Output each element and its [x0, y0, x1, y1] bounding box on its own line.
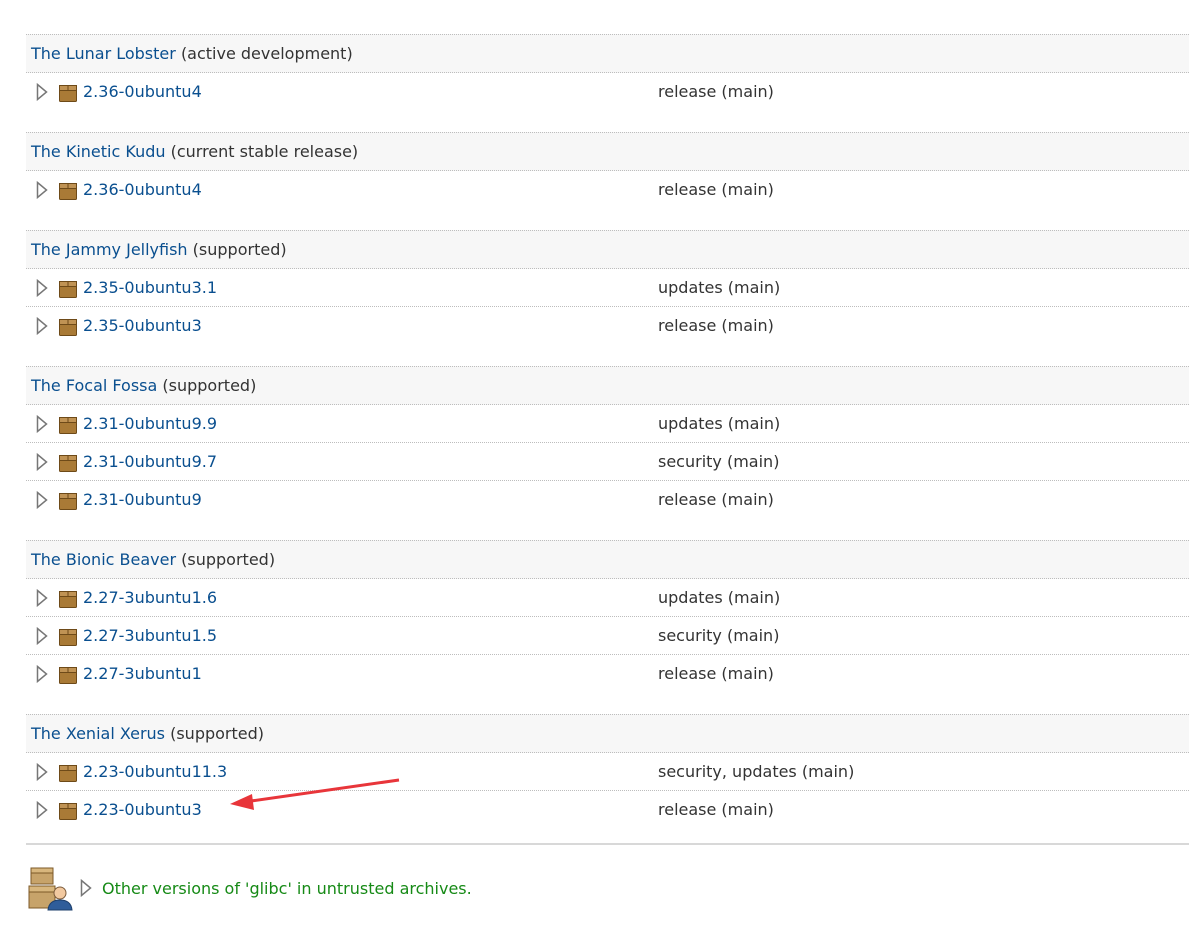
package-row: 2.35-0ubuntu3 release (main): [26, 307, 1189, 344]
series-block: The Focal Fossa (supported) 2.31-0ubuntu9…: [26, 366, 1189, 518]
package-version-link[interactable]: 2.27-3ubuntu1.6: [83, 579, 217, 616]
pocket-label: updates (main): [658, 278, 781, 297]
pocket-label: release (main): [658, 82, 774, 101]
footer-divider: [26, 843, 1189, 845]
package-versions-page: The Lunar Lobster (active development) 2.…: [0, 0, 1189, 942]
package-version-link[interactable]: 2.36-0ubuntu4: [83, 73, 202, 110]
series-block: The Xenial Xerus (supported) 2.23-0ubuntu…: [26, 714, 1189, 828]
series-link[interactable]: The Lunar Lobster: [31, 44, 176, 63]
series-link[interactable]: The Kinetic Kudu: [31, 142, 166, 161]
package-row: 2.31-0ubuntu9 release (main): [26, 481, 1189, 518]
series-header: The Focal Fossa (supported): [26, 366, 1189, 405]
pocket-label: security (main): [658, 452, 780, 471]
pocket-label: security, updates (main): [658, 762, 855, 781]
package-row: 2.23-0ubuntu3 release (main): [26, 791, 1189, 828]
package-box-icon: [59, 182, 77, 200]
series-status: (supported): [192, 240, 287, 259]
series-block: The Jammy Jellyfish (supported) 2.35-0ubu…: [26, 230, 1189, 344]
package-version-link[interactable]: 2.35-0ubuntu3.1: [83, 269, 217, 306]
pocket-label: release (main): [658, 800, 774, 819]
series-status: (supported): [181, 550, 276, 569]
package-box-icon: [59, 802, 77, 820]
package-version-link[interactable]: 2.27-3ubuntu1.5: [83, 617, 217, 654]
package-version-link[interactable]: 2.35-0ubuntu3: [83, 307, 202, 344]
series-link[interactable]: The Focal Fossa: [31, 376, 157, 395]
series-link[interactable]: The Jammy Jellyfish: [31, 240, 188, 259]
series-header: The Jammy Jellyfish (supported): [26, 230, 1189, 269]
series-block: The Bionic Beaver (supported) 2.27-3ubunt…: [26, 540, 1189, 692]
pocket-label: updates (main): [658, 588, 781, 607]
series-header: The Xenial Xerus (supported): [26, 714, 1189, 753]
pocket-label: updates (main): [658, 414, 781, 433]
package-row: 2.27-3ubuntu1.5 security (main): [26, 617, 1189, 655]
series-table: The Lunar Lobster (active development) 2.…: [26, 34, 1189, 850]
package-box-icon: [59, 280, 77, 298]
package-box-icon: [59, 454, 77, 472]
package-version-link[interactable]: 2.36-0ubuntu4: [83, 171, 202, 208]
package-row: 2.23-0ubuntu11.3 security, updates (main): [26, 753, 1189, 791]
package-box-icon: [59, 764, 77, 782]
package-row: 2.27-3ubuntu1 release (main): [26, 655, 1189, 692]
package-row: 2.36-0ubuntu4 release (main): [26, 171, 1189, 208]
package-row: 2.35-0ubuntu3.1 updates (main): [26, 269, 1189, 307]
series-link[interactable]: The Xenial Xerus: [31, 724, 165, 743]
package-version-link[interactable]: 2.23-0ubuntu3: [83, 791, 202, 828]
package-user-icon: [28, 866, 74, 912]
package-row: 2.27-3ubuntu1.6 updates (main): [26, 579, 1189, 617]
pocket-label: release (main): [658, 664, 774, 683]
series-block: The Kinetic Kudu (current stable release…: [26, 132, 1189, 208]
pocket-label: release (main): [658, 316, 774, 335]
expand-untrusted-icon[interactable]: [80, 878, 92, 901]
series-status: (active development): [180, 44, 353, 63]
package-version-link[interactable]: 2.31-0ubuntu9.9: [83, 405, 217, 442]
package-version-link[interactable]: 2.31-0ubuntu9: [83, 481, 202, 518]
package-box-icon: [59, 666, 77, 684]
package-version-link[interactable]: 2.27-3ubuntu1: [83, 655, 202, 692]
series-status: (supported): [170, 724, 265, 743]
pocket-label: release (main): [658, 180, 774, 199]
package-box-icon: [59, 84, 77, 102]
package-box-icon: [59, 590, 77, 608]
package-box-icon: [59, 628, 77, 646]
series-block: The Lunar Lobster (active development) 2.…: [26, 34, 1189, 110]
package-row: 2.36-0ubuntu4 release (main): [26, 73, 1189, 110]
series-header: The Lunar Lobster (active development): [26, 34, 1189, 73]
package-box-icon: [59, 416, 77, 434]
untrusted-archives-link[interactable]: Other versions of 'glibc' in untrusted a…: [102, 876, 472, 902]
package-version-link[interactable]: 2.31-0ubuntu9.7: [83, 443, 217, 480]
package-row: 2.31-0ubuntu9.7 security (main): [26, 443, 1189, 481]
series-header: The Kinetic Kudu (current stable release…: [26, 132, 1189, 171]
pocket-label: security (main): [658, 626, 780, 645]
series-link[interactable]: The Bionic Beaver: [31, 550, 176, 569]
series-status: (current stable release): [170, 142, 359, 161]
series-header: The Bionic Beaver (supported): [26, 540, 1189, 579]
package-version-link[interactable]: 2.23-0ubuntu11.3: [83, 753, 227, 790]
series-status: (supported): [162, 376, 257, 395]
pocket-label: release (main): [658, 490, 774, 509]
package-box-icon: [59, 492, 77, 510]
package-row: 2.31-0ubuntu9.9 updates (main): [26, 405, 1189, 443]
package-box-icon: [59, 318, 77, 336]
